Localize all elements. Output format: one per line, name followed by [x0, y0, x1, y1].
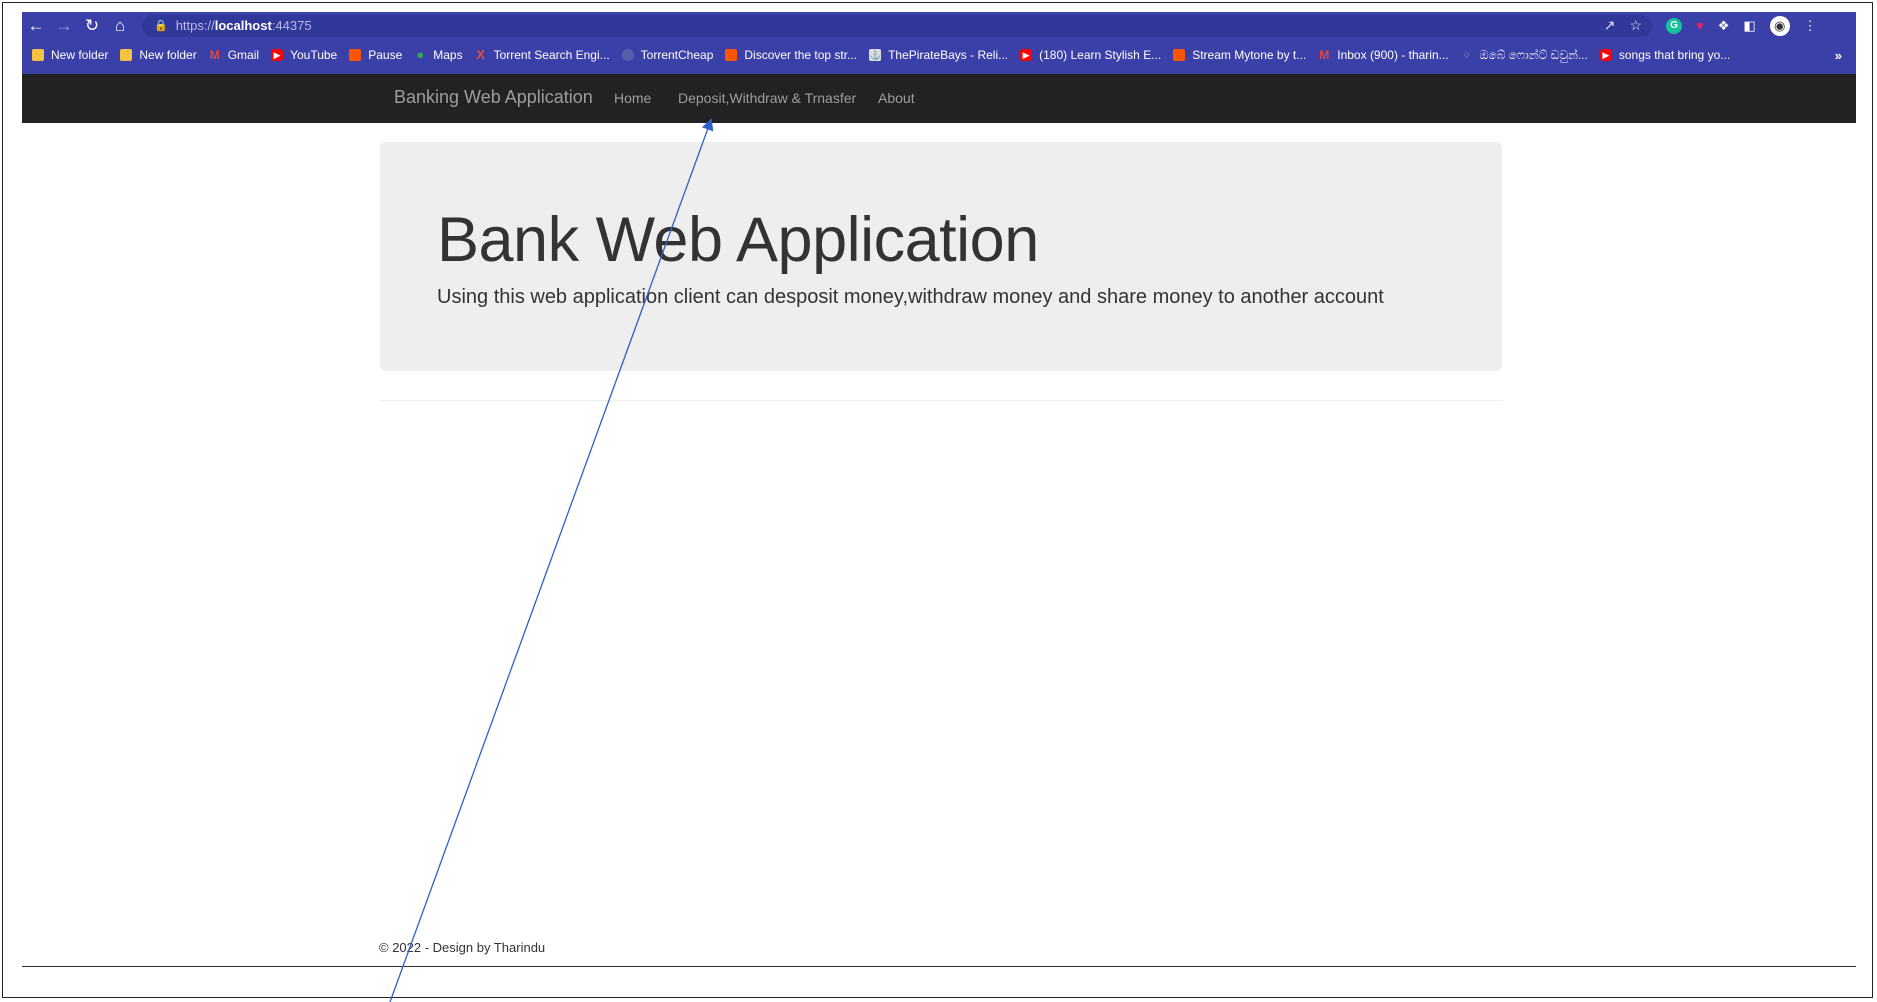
lion-icon: ♢	[1462, 50, 1471, 60]
bookmark-item[interactable]: Stream Mytone by t...	[1173, 48, 1306, 62]
bookmark-item[interactable]: M Inbox (900) - tharin...	[1318, 48, 1448, 62]
bookmark-item[interactable]: M Gmail	[209, 48, 259, 62]
youtube-icon: ▶	[1599, 49, 1612, 61]
bookmark-item[interactable]: Discover the top str...	[725, 48, 857, 62]
bookmark-label: ඔබේ ෆොන්ට් ඩවුන්...	[1479, 47, 1588, 62]
bookmark-item[interactable]: New folder	[120, 48, 197, 62]
site-navbar: Banking Web Application Home Deposit,Wit…	[22, 74, 1856, 123]
navbar-brand[interactable]: Banking Web Application	[394, 87, 593, 108]
profile-avatar-icon[interactable]: ◉	[1769, 15, 1790, 36]
footer-divider	[22, 966, 1856, 967]
bookmark-item[interactable]: ♢ ඔබේ ෆොන්ට් ඩවුන්...	[1461, 48, 1588, 63]
bookmark-item[interactable]: ▶ (180) Learn Stylish E...	[1020, 48, 1161, 62]
bookmark-label: Maps	[433, 48, 463, 62]
extensions-area: G ♥ ❖ ◧ ◉ ⋮	[1666, 15, 1817, 36]
folder-icon	[120, 49, 133, 61]
jumbotron: Bank Web Application Using this web appl…	[380, 142, 1502, 371]
globe-icon	[621, 49, 634, 61]
bookmark-label: TorrentCheap	[640, 48, 714, 62]
bookmarks-overflow-button[interactable]: »	[1835, 48, 1856, 63]
bookmark-item[interactable]: Pause	[349, 48, 402, 62]
bookmark-item[interactable]: TorrentCheap	[621, 48, 714, 62]
pirate-icon: ⚓	[869, 49, 882, 61]
folder-icon	[32, 49, 44, 61]
bookmark-item[interactable]: ▶ YouTube	[271, 48, 337, 62]
page-title: Bank Web Application	[437, 205, 1039, 275]
bookmark-label: New folder	[139, 48, 197, 62]
bookmark-label: Torrent Search Engi...	[493, 48, 610, 62]
address-bar[interactable]: 🔒 https://localhost:44375 ↗ ☆	[142, 14, 1652, 37]
youtube-icon: ▶	[1020, 49, 1033, 61]
bookmark-item[interactable]: New folder	[32, 48, 108, 62]
puzzle-extensions-icon[interactable]: ❖	[1718, 18, 1730, 34]
grammarly-icon[interactable]: G	[1666, 17, 1682, 34]
bookmark-label: Inbox (900) - tharin...	[1337, 48, 1449, 62]
x-icon: X	[476, 47, 485, 62]
home-icon[interactable]: ⌂	[106, 12, 134, 39]
bookmark-label: Discover the top str...	[744, 48, 858, 62]
forward-arrow-icon[interactable]: →	[50, 12, 78, 39]
bookmark-item[interactable]: ● Maps	[414, 48, 462, 62]
gmail-icon: M	[209, 48, 220, 62]
bookmark-label: Pause	[368, 48, 403, 62]
nav-link-home[interactable]: Home	[614, 90, 651, 106]
bookmark-label: (180) Learn Stylish E...	[1039, 48, 1162, 62]
side-panel-icon[interactable]: ◧	[1743, 18, 1755, 34]
bookmark-label: YouTube	[290, 48, 338, 62]
back-arrow-icon[interactable]: ←	[22, 12, 50, 39]
bookmark-item[interactable]: ▶ songs that bring yo...	[1599, 48, 1731, 62]
youtube-icon: ▶	[271, 49, 284, 61]
nav-link-about[interactable]: About	[878, 90, 915, 106]
bookmark-item[interactable]: X Torrent Search Engi...	[475, 47, 610, 62]
footer-copyright: © 2022 - Design by Tharindu	[379, 940, 546, 955]
content-divider	[380, 400, 1502, 401]
share-icon[interactable]: ↗	[1604, 17, 1616, 34]
browser-chrome: ← → ↻ ⌂ 🔒 https://localhost:44375 ↗ ☆ G …	[22, 12, 1856, 74]
url-scheme: https://	[175, 18, 215, 33]
bookmark-label: Stream Mytone by t...	[1192, 48, 1307, 62]
bookmark-label: songs that bring yo...	[1618, 48, 1731, 62]
soundcloud-icon	[1173, 49, 1186, 61]
page-lead-text: Using this web application client can de…	[437, 286, 1384, 308]
bookmark-item[interactable]: ⚓ ThePirateBays - Reli...	[869, 48, 1008, 62]
bookmark-label: Gmail	[227, 48, 260, 62]
soundcloud-icon	[349, 49, 362, 61]
reload-icon[interactable]: ↻	[78, 12, 106, 39]
browser-toolbar: ← → ↻ ⌂ 🔒 https://localhost:44375 ↗ ☆ G …	[22, 12, 1856, 39]
bookmark-star-icon[interactable]: ☆	[1629, 17, 1642, 34]
gmail-icon: M	[1319, 48, 1330, 62]
lock-icon: 🔒	[154, 20, 168, 32]
url-port: :44375	[271, 18, 312, 33]
maps-icon: ●	[416, 47, 425, 62]
bookmark-label: New folder	[51, 48, 109, 62]
heart-extension-icon[interactable]: ♥	[1696, 18, 1704, 33]
bookmarks-bar: New folder New folder M Gmail ▶ YouTube Pa…	[22, 42, 1856, 68]
nav-link-deposit-withdraw-transfer[interactable]: Deposit,Withdraw & Trnasfer	[678, 90, 856, 106]
url-host: localhost	[214, 18, 272, 33]
soundcloud-icon	[725, 49, 738, 61]
kebab-menu-icon[interactable]: ⋮	[1804, 18, 1817, 34]
bookmark-label: ThePirateBays - Reli...	[888, 48, 1009, 62]
